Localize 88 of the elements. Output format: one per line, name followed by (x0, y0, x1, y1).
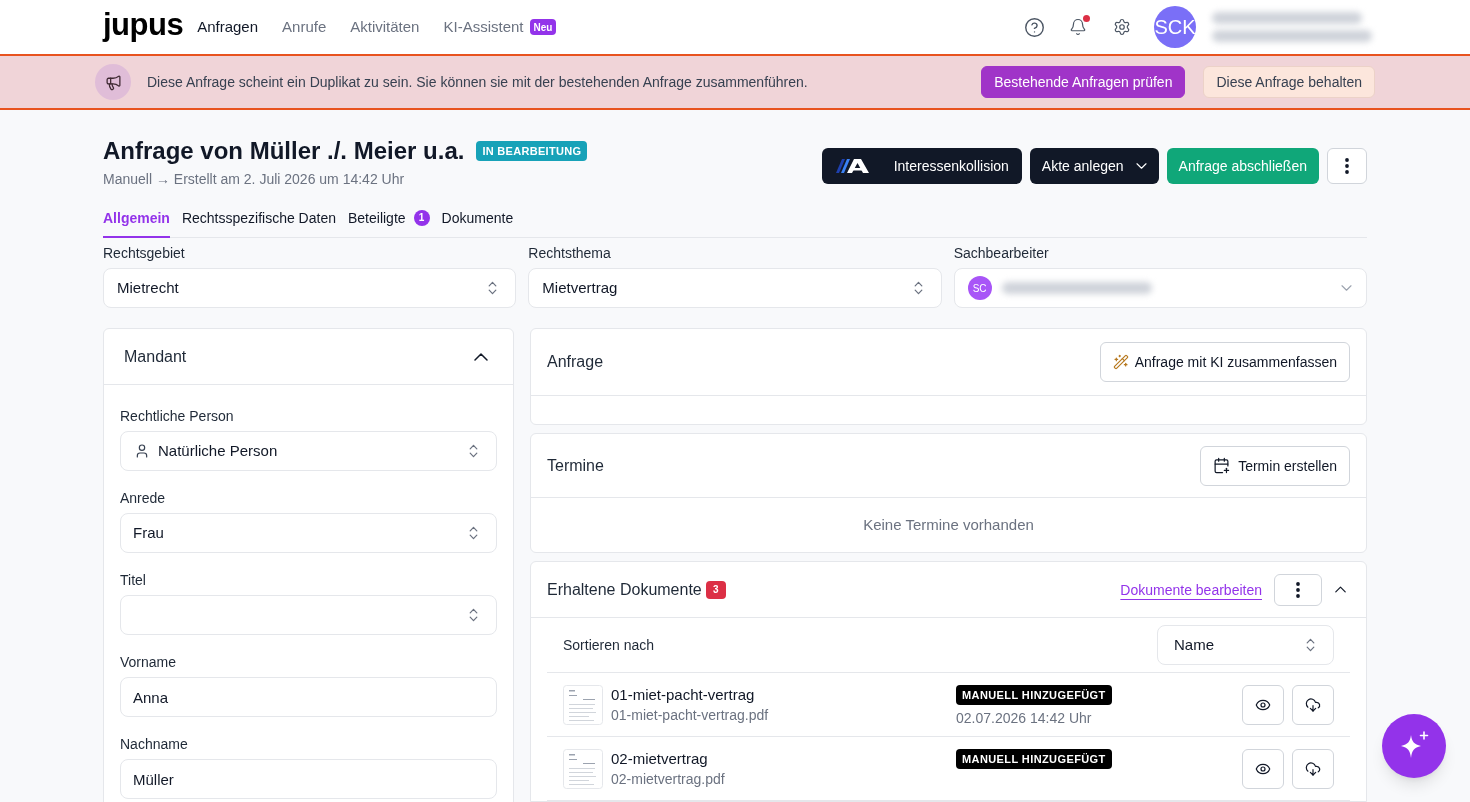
tab[interactable]: Allgemein (103, 200, 170, 238)
select-field[interactable]: Mietrecht (103, 268, 517, 308)
tab[interactable]: Beteiligte 1 (348, 200, 430, 238)
field-label: Rechtsgebiet (103, 244, 186, 263)
tab[interactable]: Dokumente (441, 200, 514, 238)
document-title: 01-miet-pacht-vertrag (611, 685, 756, 705)
status-badge: IN BEARBEITUNG (476, 141, 588, 161)
card-title: Anfrage (547, 352, 604, 372)
preview-button[interactable] (1242, 749, 1284, 789)
more-options-icon (1345, 158, 1349, 174)
up-down-chevron-icon (469, 526, 478, 540)
select-field[interactable]: Mietvertrag (528, 268, 942, 308)
eye-icon (1255, 761, 1271, 777)
person-icon (134, 443, 150, 459)
field-label: Vorname (120, 653, 178, 672)
document-filename: 02-mietvertrag.pdf (611, 770, 725, 789)
nav-link[interactable]: KI-Assistent Neu (443, 15, 557, 39)
cloud-download-icon (1305, 697, 1321, 713)
help-icon (1023, 16, 1045, 38)
settings-icon (1113, 18, 1131, 36)
eye-icon (1255, 697, 1271, 713)
text-input-field[interactable]: Müller (120, 759, 497, 799)
empty-state-text: Keine Termine vorhanden (863, 514, 1034, 535)
app-logo[interactable]: jupus (103, 8, 184, 40)
card-title: Mandant (124, 346, 187, 367)
user-avatar: SC (967, 276, 992, 300)
dropdown-button[interactable]: Akte anlegen (1029, 148, 1159, 184)
cloud-download-icon (1305, 761, 1321, 777)
ai-summary-button[interactable]: Anfrage mit KI zusammenfassen (1099, 342, 1350, 382)
up-down-chevron-icon (469, 608, 478, 622)
text-input-field[interactable]: Anna (120, 677, 497, 717)
bell-icon (1069, 18, 1087, 36)
nav-link[interactable]: Anrufe (282, 15, 327, 39)
nav-link[interactable]: Aktivitäten (350, 15, 420, 39)
field-label: Titel (120, 571, 147, 590)
select-field[interactable] (120, 595, 497, 635)
megaphone-icon (95, 64, 131, 100)
chevron-up-icon (474, 352, 488, 361)
download-button[interactable] (1292, 749, 1334, 789)
field-label: Rechtsthema (528, 244, 612, 263)
chevron-down-icon (1135, 163, 1147, 169)
preview-button[interactable] (1242, 685, 1284, 725)
user-avatar[interactable]: SCK (1154, 6, 1196, 48)
up-down-chevron-icon (488, 281, 498, 295)
edit-documents-link[interactable]: Dokumente bearbeiten (1120, 579, 1262, 600)
tab[interactable]: Rechtsspezifische Daten (181, 200, 336, 238)
magic-wand-icon (1112, 354, 1129, 370)
logo-icon (835, 159, 870, 173)
source-badge: MANUELL HINZUGEFÜGT (956, 749, 1112, 769)
more-options-button[interactable] (1274, 573, 1322, 606)
up-down-chevron-icon (913, 281, 923, 295)
more-options-button[interactable] (1327, 148, 1367, 184)
field-label: Anrede (120, 489, 167, 508)
create-appointment-button[interactable]: Termin erstellen (1200, 445, 1350, 486)
nav-link[interactable]: Anfragen (197, 15, 259, 39)
chevron-down-icon (1341, 285, 1352, 291)
select-field[interactable]: Frau (120, 513, 497, 553)
card-title: Erhaltene Dokumente (547, 579, 702, 600)
document-filename: 01-miet-pacht-vertrag.pdf (611, 706, 769, 725)
more-options-icon (1296, 581, 1300, 598)
conflict-check-button[interactable]: Interessenkollision (821, 148, 1022, 184)
field-label: Sachbearbeiter (953, 244, 1050, 263)
sort-label: Sortieren nach (563, 636, 655, 655)
document-thumbnail-icon (563, 749, 603, 789)
document-thumbnail-icon (563, 685, 603, 725)
card-title: Termine (547, 455, 604, 476)
banner-button[interactable]: Bestehende Anfragen prüfen (981, 66, 1186, 98)
user-select-field[interactable]: SC (953, 268, 1367, 308)
up-down-chevron-icon (469, 444, 478, 458)
select-field[interactable]: Natürliche Person (120, 431, 497, 471)
sort-select-field[interactable]: Name (1157, 625, 1334, 665)
chevron-up-icon (1334, 586, 1346, 593)
field-label: Nachname (120, 735, 189, 754)
page-title: Anfrage von Müller ./. Meier u.a. (103, 136, 465, 166)
new-badge: Neu (529, 19, 557, 35)
page-subtitle: Manuell → Erstellt am 2. Juli 2026 um 14:42 Uhr (103, 170, 406, 189)
document-title: 02-mietvertrag (611, 749, 709, 769)
document-date: 02.07.2026 14:42 Uhr (956, 709, 1092, 728)
count-badge: 1 (413, 210, 430, 226)
source-badge: MANUELL HINZUGEFÜGT (956, 685, 1112, 705)
up-down-chevron-icon (1306, 638, 1315, 652)
banner-button[interactable]: Diese Anfrage behalten (1203, 66, 1375, 98)
field-label: Rechtliche Person (120, 407, 235, 426)
calendar-plus-icon (1213, 457, 1231, 474)
banner-message: Diese Anfrage scheint ein Duplikat zu sein. Sie können sie mit der bestehenden Anfrage zusammenführen. (147, 73, 808, 92)
download-button[interactable] (1292, 685, 1334, 725)
count-badge: 3 (705, 580, 726, 599)
ai-assistant-button[interactable] (1382, 714, 1446, 778)
